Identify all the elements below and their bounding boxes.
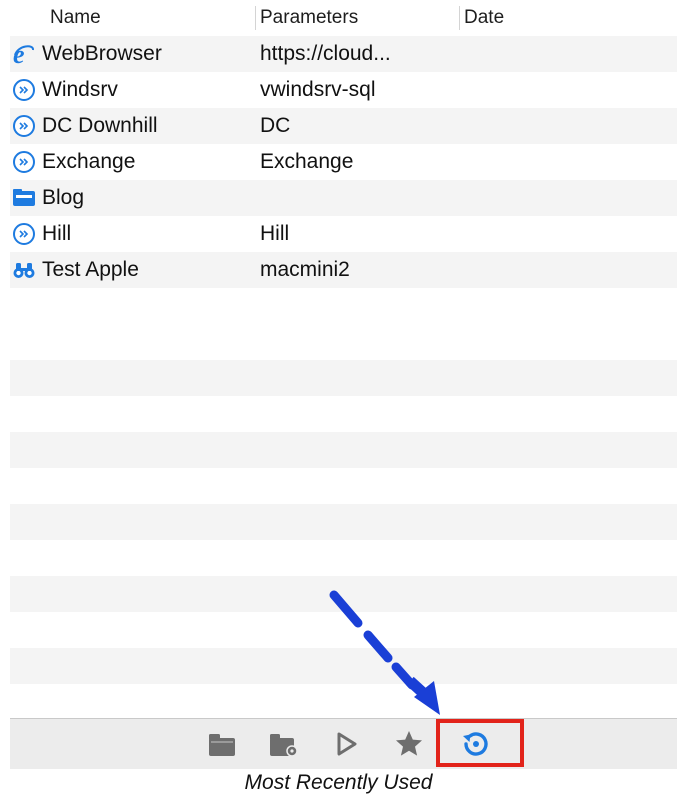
table-row[interactable]: Blog <box>10 180 677 216</box>
connection-name: WebBrowser <box>42 42 162 65</box>
remote-desktop-icon <box>12 222 36 246</box>
ftp-folder-icon <box>12 186 36 210</box>
connection-name: Hill <box>42 222 72 245</box>
column-header-parameters[interactable]: Parameters <box>255 6 358 30</box>
column-header-date[interactable]: Date <box>459 6 504 30</box>
list-header: Name Parameters Date <box>10 0 677 36</box>
connection-parameters: https://cloud... <box>260 42 391 65</box>
table-row[interactable]: Windsrv vwindsrv-sql <box>10 72 677 108</box>
remote-desktop-icon <box>12 114 36 138</box>
connection-name: DC Downhill <box>42 114 158 137</box>
table-row[interactable]: DC Downhill DC <box>10 108 677 144</box>
remote-desktop-icon <box>12 78 36 102</box>
vnc-binoculars-icon <box>12 258 36 282</box>
connection-parameters: vwindsrv-sql <box>260 78 376 101</box>
open-folder-icon[interactable] <box>206 728 238 760</box>
connection-name: Test Apple <box>42 258 139 281</box>
connection-rows: e WebBrowser https://cloud... Windsrv vw… <box>10 36 677 288</box>
table-row[interactable]: e WebBrowser https://cloud... <box>10 36 677 72</box>
connection-parameters: macmini2 <box>260 258 350 281</box>
connection-name: Blog <box>42 186 85 209</box>
connection-name: Exchange <box>42 150 136 173</box>
remote-desktop-icon <box>12 150 36 174</box>
table-row[interactable]: Test Apple macmini2 <box>10 252 677 288</box>
play-icon[interactable] <box>330 728 362 760</box>
favorites-star-icon[interactable] <box>393 728 425 760</box>
column-header-name[interactable]: Name <box>46 6 101 30</box>
connection-parameters: DC <box>260 114 291 137</box>
connection-parameters: Exchange <box>260 150 354 173</box>
folder-settings-icon[interactable] <box>267 728 299 760</box>
connection-parameters: Hill <box>260 222 290 245</box>
connection-name: Windsrv <box>42 78 118 101</box>
bottom-toolbar <box>10 718 677 769</box>
table-row[interactable]: Exchange Exchange <box>10 144 677 180</box>
caption: Most Recently Used <box>244 771 433 794</box>
table-row[interactable]: Hill Hill <box>10 216 677 252</box>
annotation-arrow <box>329 590 440 715</box>
recent-button-highlight-box <box>436 719 524 767</box>
internet-explorer-icon: e <box>12 40 36 69</box>
